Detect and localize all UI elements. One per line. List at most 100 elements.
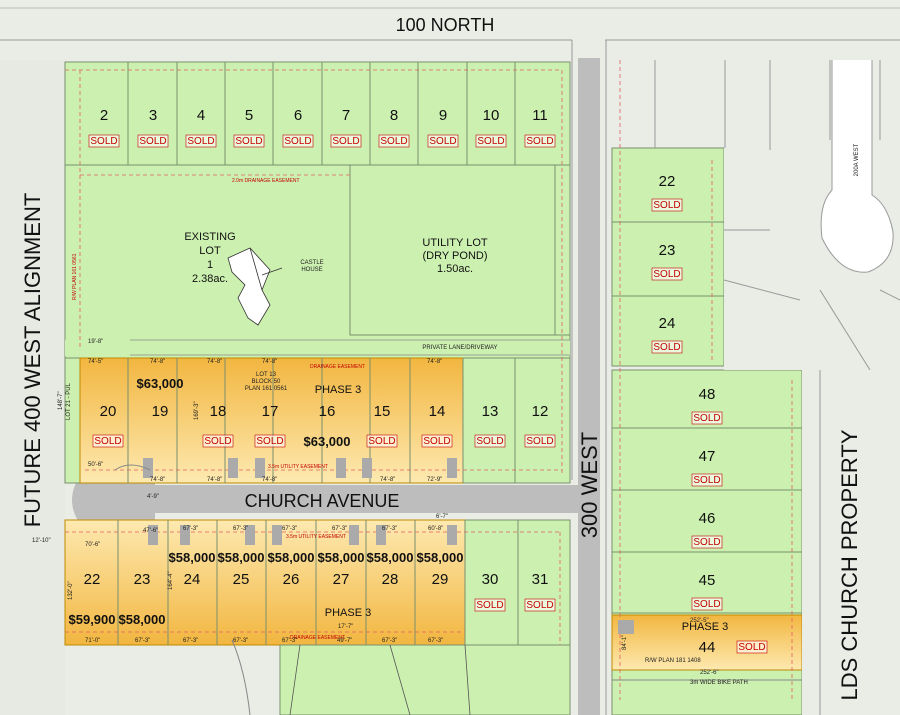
lot-status-sold: SOLD bbox=[380, 136, 407, 147]
rw-plan-label: R/W PLAN 161 0561 bbox=[72, 253, 78, 300]
dim-label: 74'-8" bbox=[262, 477, 277, 483]
dim-label: 67'-3" bbox=[135, 638, 150, 644]
lot-status-sold: SOLD bbox=[429, 136, 456, 147]
dim-label: 67'-3" bbox=[183, 638, 198, 644]
lot-status-sold: SOLD bbox=[693, 537, 720, 548]
lot-number: 5 bbox=[245, 107, 253, 124]
rw-plan-181-label: R/W PLAN 181 1408 bbox=[645, 658, 701, 664]
road-300-west bbox=[578, 58, 600, 715]
dim-label: 74'-8" bbox=[207, 477, 222, 483]
dim-label: 17'-7" bbox=[338, 624, 353, 630]
dim-label: 84'-1" bbox=[622, 635, 628, 650]
dim-label: 74'-8" bbox=[262, 359, 277, 365]
utility-easement-south: 3.5m UTILITY EASEMENT bbox=[286, 534, 346, 540]
lot-number: 46 bbox=[699, 510, 716, 527]
dim-label: 67'-3" bbox=[233, 526, 248, 532]
dim-label: 252'-6" bbox=[700, 670, 719, 676]
lot-status-sold: SOLD bbox=[139, 136, 166, 147]
lot-price: $58,000 bbox=[417, 550, 464, 565]
lot-number: 29 bbox=[432, 571, 449, 588]
dim-label: 47'-6" bbox=[143, 528, 158, 534]
lot-number: 23 bbox=[134, 571, 151, 588]
lot-status-sold: SOLD bbox=[476, 600, 503, 611]
lot-number: 6 bbox=[294, 107, 302, 124]
existing-lot-area: 2.38ac. bbox=[192, 273, 228, 285]
lot-status-sold: SOLD bbox=[653, 269, 680, 280]
lot-status-sold: SOLD bbox=[284, 136, 311, 147]
existing-lot-label-3: 1 bbox=[207, 259, 213, 271]
lot-number: 28 bbox=[382, 571, 399, 588]
utility-lot-label-2: (DRY POND) bbox=[423, 250, 488, 262]
lot-status-sold: SOLD bbox=[693, 475, 720, 486]
road-100-north-label: 100 NORTH bbox=[396, 15, 495, 35]
dim-label: 67'-3" bbox=[382, 526, 397, 532]
dim-label: 74'-8" bbox=[150, 359, 165, 365]
lot-status-sold: SOLD bbox=[90, 136, 117, 147]
dim-label: 67'-3" bbox=[332, 526, 347, 532]
lot-status-sold: SOLD bbox=[693, 413, 720, 424]
road-200a-west-label: 200A WEST bbox=[854, 143, 860, 176]
lot-status-sold: SOLD bbox=[235, 136, 262, 147]
lot-number: 22 bbox=[659, 173, 676, 190]
lot-number: 3 bbox=[149, 107, 157, 124]
castle-label-1: CASTLE bbox=[300, 260, 323, 266]
dim-label: 6'-7" bbox=[436, 514, 448, 520]
lot13-label-2: BLOCK 50 bbox=[252, 379, 281, 385]
lot-number: 14 bbox=[429, 403, 446, 420]
lot-number: 2 bbox=[100, 107, 108, 124]
drainage-easement-mid: DRAINAGE EASEMENT bbox=[310, 364, 365, 370]
lot-number: 12 bbox=[532, 403, 549, 420]
lot-status-sold: SOLD bbox=[526, 136, 553, 147]
dim-label: 4'-9" bbox=[147, 494, 159, 500]
dim-label: 60'-8" bbox=[428, 526, 443, 532]
dim-label: 67'-3" bbox=[382, 638, 397, 644]
lot21-pul-label: LOT 21 - PUL bbox=[66, 382, 72, 420]
dim-label: 164'-4" bbox=[168, 571, 174, 590]
dim-label: 132'-0" bbox=[68, 581, 74, 600]
dim-label: 67'-3" bbox=[282, 638, 297, 644]
utility-lot-area: 1.50ac. bbox=[437, 263, 473, 275]
lot-status-sold: SOLD bbox=[332, 136, 359, 147]
lot-status-sold: SOLD bbox=[476, 436, 503, 447]
existing-lot-label-1: EXISTING bbox=[184, 231, 235, 243]
dim-label: 74'-5" bbox=[88, 359, 103, 365]
lot-number: 48 bbox=[699, 386, 716, 403]
phase-3-label-north: PHASE 3 bbox=[315, 384, 361, 396]
road-300-west-label: 300 WEST bbox=[577, 432, 602, 538]
lot-number: 24 bbox=[184, 571, 201, 588]
castle-label-2: HOUSE bbox=[301, 267, 322, 273]
lot-number: 17 bbox=[262, 403, 279, 420]
utility-easement-north: 3.5m UTILITY EASEMENT bbox=[268, 464, 328, 470]
lot-price: $58,000 bbox=[268, 550, 315, 565]
dim-label: 74'-8" bbox=[380, 477, 395, 483]
dim-label: 72'-9" bbox=[427, 477, 442, 483]
dim-label: 74'-8" bbox=[150, 477, 165, 483]
lot-status-sold: SOLD bbox=[368, 436, 395, 447]
lot-price: $59,900 bbox=[69, 612, 116, 627]
lot-number: 23 bbox=[659, 242, 676, 259]
subdivision-plan-map: 100 NORTH FUTURE 400 WEST ALIGNMENT CHUR… bbox=[0, 0, 900, 715]
lot-number: 11 bbox=[532, 107, 548, 124]
lot-number: 44 bbox=[699, 639, 716, 656]
lot-status-sold: SOLD bbox=[653, 342, 680, 353]
lot-status-sold: SOLD bbox=[526, 436, 553, 447]
lot-number: 4 bbox=[197, 107, 205, 124]
lot-number: 15 bbox=[374, 403, 391, 420]
lot-status-sold: SOLD bbox=[738, 642, 765, 653]
private-lane-label: PRIVATE LANE/DRIVEWAY bbox=[422, 345, 497, 351]
lot-price: $58,000 bbox=[218, 550, 265, 565]
lot-number: 8 bbox=[390, 107, 398, 124]
lot-number: 20 bbox=[100, 403, 117, 420]
lot-number: 16 bbox=[319, 403, 336, 420]
lot-status-sold: SOLD bbox=[94, 436, 121, 447]
lot-status-sold: SOLD bbox=[693, 599, 720, 610]
lot-number: 31 bbox=[532, 571, 549, 588]
lot-number: 30 bbox=[482, 571, 499, 588]
lot-price: $58,000 bbox=[367, 550, 414, 565]
lot-number: 9 bbox=[439, 107, 447, 124]
lot-number: 7 bbox=[342, 107, 350, 124]
lot-number: 22 bbox=[84, 571, 101, 588]
drainage-easement-top: 2.0m DRAINAGE EASEMENT bbox=[232, 178, 300, 184]
road-400-west-label: FUTURE 400 WEST ALIGNMENT bbox=[20, 193, 45, 528]
phase-3-label-south: PHASE 3 bbox=[325, 607, 371, 619]
